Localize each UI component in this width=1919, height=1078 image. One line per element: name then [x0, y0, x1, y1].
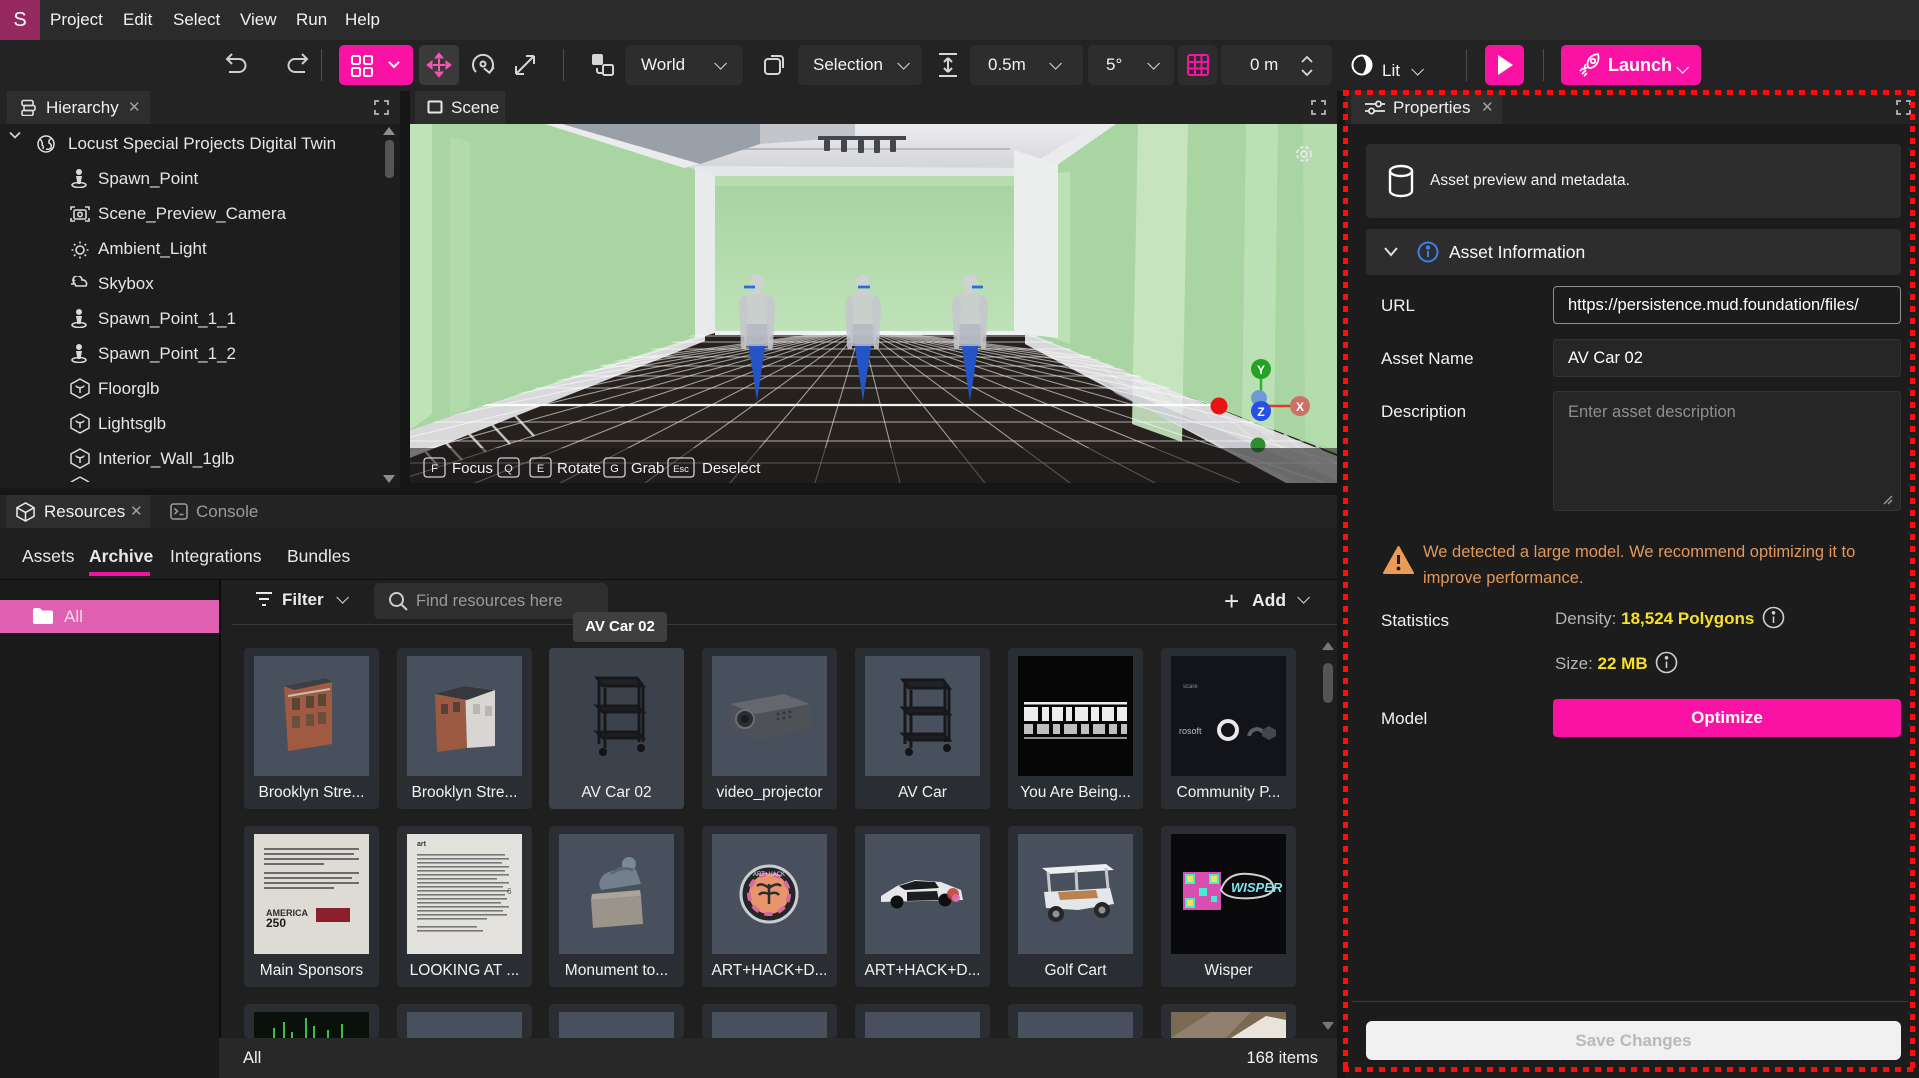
svg-text:Q: Q: [504, 463, 513, 475]
svg-text:Esc: Esc: [673, 464, 689, 475]
svg-text:ART+HACK: ART+HACK: [753, 872, 785, 878]
svg-text:Grab: Grab: [631, 460, 664, 477]
svg-text:Z: Z: [1257, 405, 1264, 419]
svg-text:scare: scare: [1183, 684, 1198, 690]
svg-text:E: E: [537, 463, 544, 475]
svg-text:G: G: [610, 463, 619, 475]
svg-text:F: F: [431, 463, 438, 475]
svg-text:art: art: [417, 841, 427, 848]
svg-text:Y: Y: [1257, 363, 1265, 377]
svg-text:X: X: [1296, 400, 1304, 414]
svg-text:rosoft: rosoft: [1179, 726, 1202, 736]
svg-text:Focus: Focus: [452, 460, 493, 477]
svg-text:Rotate: Rotate: [557, 460, 601, 477]
svg-text:Deselect: Deselect: [702, 460, 761, 477]
svg-text:WISPER: WISPER: [1231, 880, 1283, 895]
svg-text:6: 6: [507, 887, 512, 896]
svg-text:250: 250: [266, 916, 286, 930]
